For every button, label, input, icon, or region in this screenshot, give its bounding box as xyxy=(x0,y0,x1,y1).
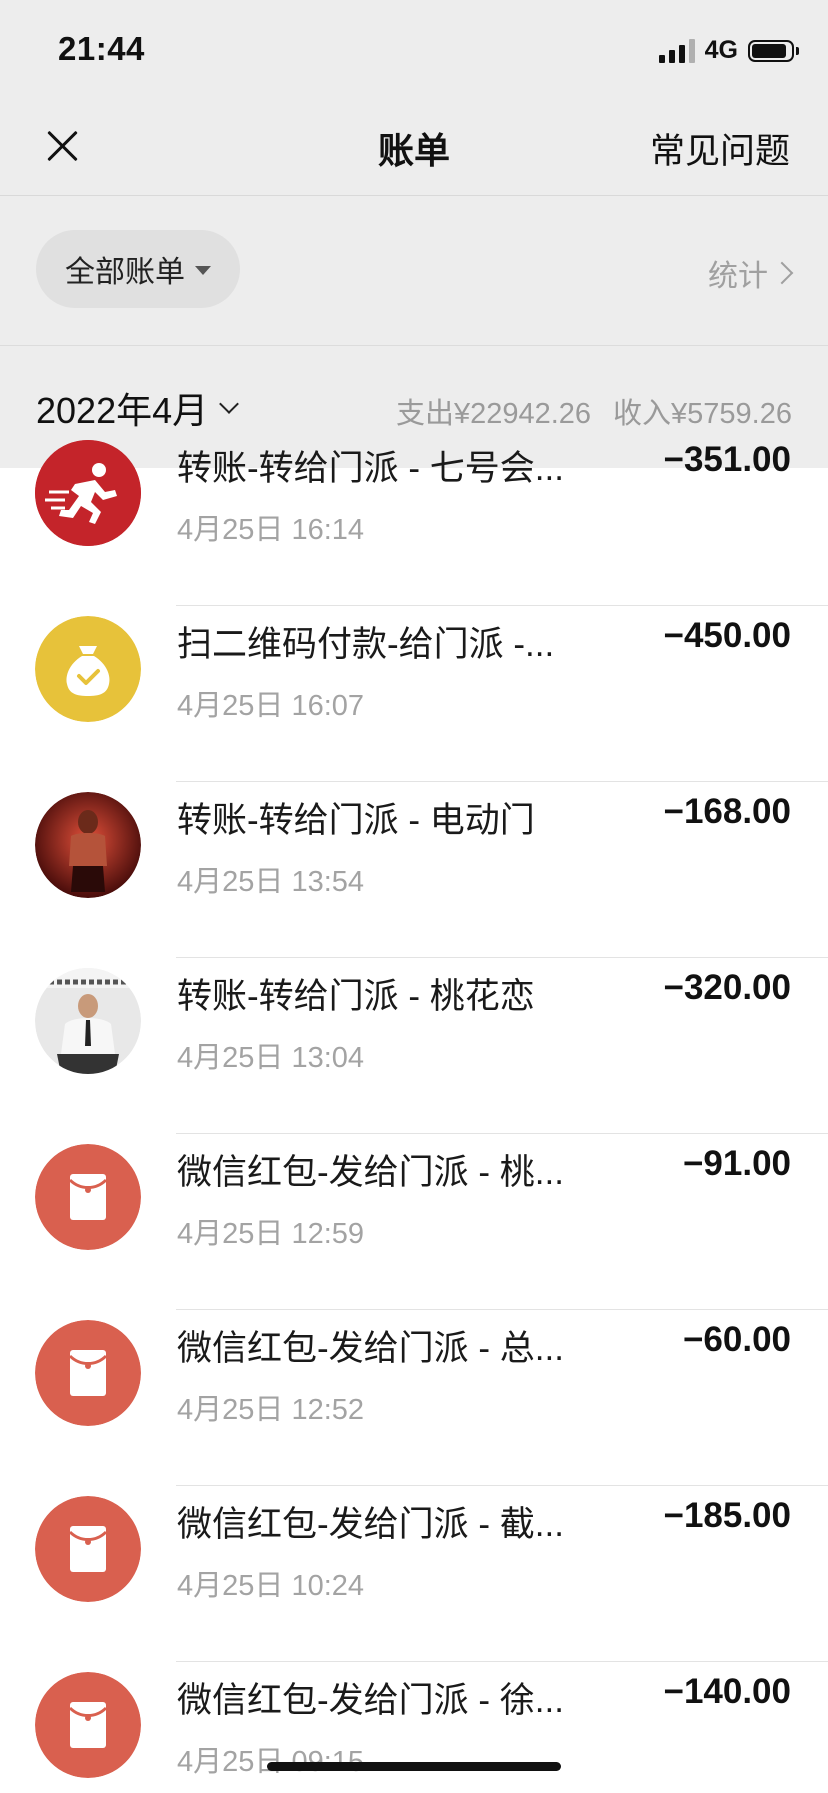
contact-avatar xyxy=(35,792,141,898)
transaction-title: 微信红包-发给门派 - 徐... xyxy=(177,1681,564,1720)
network-label: 4G xyxy=(704,36,738,64)
bill-screen: 21:44 4G 账单 常见问题 全部账单 统计 2022年4月 支出¥2294… xyxy=(0,0,828,1793)
month-expense: 支出¥22942.26 xyxy=(395,398,592,430)
transaction-row[interactable]: 转账-转给门派 - 桃花恋 4月25日 13:04 −320.00 xyxy=(0,958,828,1134)
faq-link[interactable]: 常见问题 xyxy=(650,123,790,174)
statistics-link[interactable]: 统计 xyxy=(708,251,794,295)
transaction-title: 扫二维码付款-给门派 -... xyxy=(177,625,555,664)
transaction-time: 4月25日 12:52 xyxy=(177,1394,365,1426)
transaction-time: 4月25日 13:54 xyxy=(177,866,365,898)
transaction-row[interactable]: 微信红包-发给门派 - 徐... 4月25日 09:15 −140.00 xyxy=(0,1662,828,1793)
transaction-time: 4月25日 09:15 xyxy=(177,1746,364,1778)
red-packet-icon xyxy=(35,1320,141,1426)
transaction-title: 转账-转给门派 - 七号会... xyxy=(177,449,564,488)
transaction-time: 4月25日 10:24 xyxy=(177,1570,365,1602)
transaction-amount: −320.00 xyxy=(663,968,792,1007)
transaction-row[interactable]: 转账-转给门派 - 电动门 4月25日 13:54 −168.00 xyxy=(0,782,828,958)
transaction-row[interactable]: 微信红包-发给门派 - 截... 4月25日 10:24 −185.00 xyxy=(0,1486,828,1662)
transaction-time: 4月25日 12:59 xyxy=(177,1218,365,1250)
status-bar: 21:44 4G xyxy=(0,0,828,100)
nav-bar: 账单 常见问题 xyxy=(0,100,828,196)
money-bag-icon xyxy=(35,616,141,722)
chevron-right-icon xyxy=(770,261,794,285)
statistics-label: 统计 xyxy=(708,260,768,293)
transaction-title: 微信红包-发给门派 - 桃... xyxy=(177,1153,564,1192)
transaction-time: 4月25日 16:14 xyxy=(177,514,365,546)
transaction-title: 转账-转给门派 - 电动门 xyxy=(177,801,535,840)
contact-avatar xyxy=(35,968,141,1074)
signal-icon xyxy=(658,38,695,63)
home-indicator xyxy=(267,1762,561,1771)
chevron-down-icon xyxy=(219,394,240,414)
transaction-amount: −351.00 xyxy=(663,440,792,479)
transaction-title: 转账-转给门派 - 桃花恋 xyxy=(177,977,535,1016)
transaction-row[interactable]: 微信红包-发给门派 - 总... 4月25日 12:52 −60.00 xyxy=(0,1310,828,1486)
caret-down-icon xyxy=(195,265,211,275)
transaction-amount: −185.00 xyxy=(663,1496,792,1535)
transaction-row[interactable]: 扫二维码付款-给门派 -... 4月25日 16:07 −450.00 xyxy=(0,606,828,782)
red-packet-icon xyxy=(35,1144,141,1250)
transaction-amount: −91.00 xyxy=(682,1144,791,1183)
bill-type-filter-button[interactable]: 全部账单 xyxy=(36,230,240,308)
transaction-amount: −60.00 xyxy=(682,1320,791,1359)
transaction-title: 微信红包-发给门派 - 总... xyxy=(177,1329,564,1368)
transaction-amount: −140.00 xyxy=(663,1672,792,1711)
month-summary: 支出¥22942.26 收入¥5759.26 xyxy=(396,390,792,432)
month-picker[interactable]: 2022年4月 xyxy=(36,382,240,434)
transaction-row[interactable]: 微信红包-发给门派 - 桃... 4月25日 12:59 −91.00 xyxy=(0,1134,828,1310)
month-income: 收入¥5759.26 xyxy=(613,398,792,430)
status-time: 21:44 xyxy=(58,30,145,67)
transaction-row[interactable]: 转账-转给门派 - 七号会... 4月25日 16:14 −351.00 xyxy=(0,430,828,606)
red-packet-icon xyxy=(35,1496,141,1602)
red-packet-icon xyxy=(35,1672,141,1778)
transaction-amount: −450.00 xyxy=(663,616,792,655)
transaction-time: 4月25日 13:04 xyxy=(177,1042,365,1074)
battery-icon xyxy=(748,39,799,62)
transaction-title: 微信红包-发给门派 - 截... xyxy=(177,1505,564,1544)
filter-label: 全部账单 xyxy=(65,256,185,289)
month-label: 2022年4月 xyxy=(36,390,209,431)
transaction-time: 4月25日 16:07 xyxy=(177,690,365,722)
filter-bar: 全部账单 统计 xyxy=(0,196,828,346)
runner-logo-icon xyxy=(35,440,141,546)
status-indicators: 4G xyxy=(658,36,799,65)
transaction-amount: −168.00 xyxy=(663,792,792,831)
